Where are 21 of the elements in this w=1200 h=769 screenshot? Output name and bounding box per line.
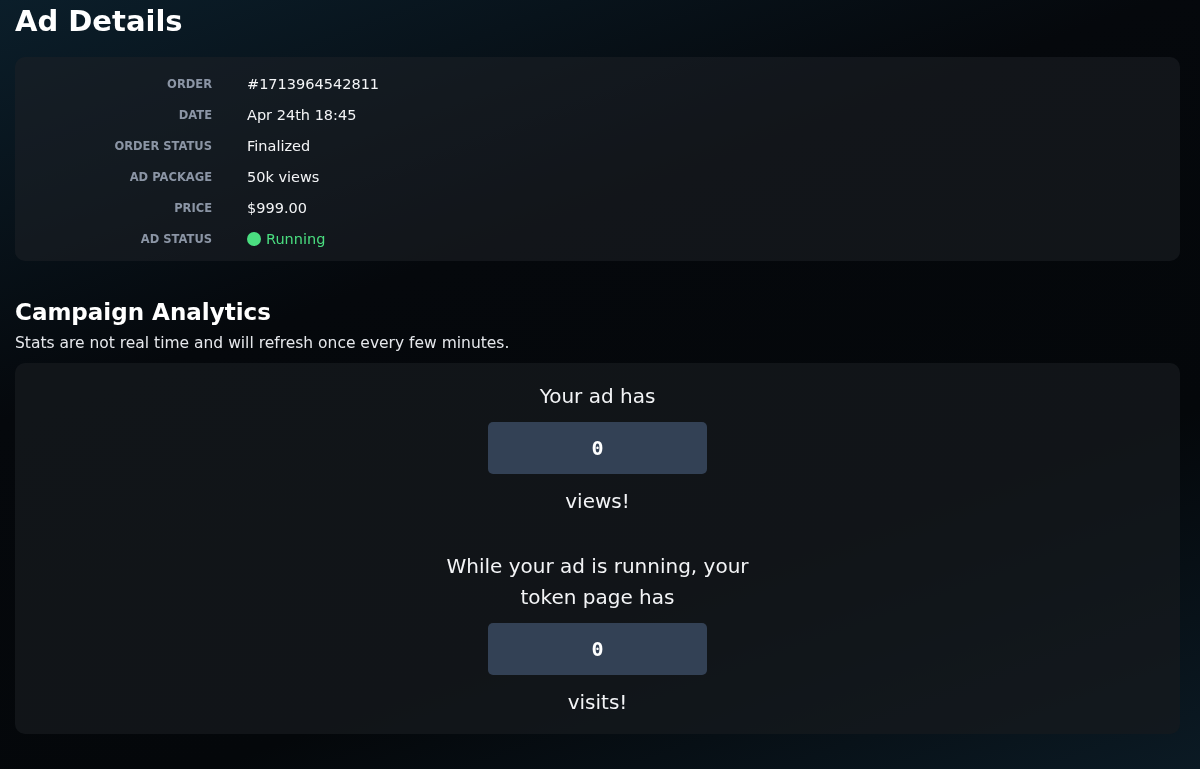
detail-label: ORDER bbox=[167, 76, 212, 93]
detail-value: 50k views bbox=[247, 168, 320, 187]
stat-caption: Your ad has bbox=[539, 383, 656, 410]
detail-label: ORDER STATUS bbox=[114, 138, 212, 155]
stat-counter: 0 bbox=[488, 623, 707, 675]
section-heading: Campaign Analytics bbox=[15, 298, 271, 327]
detail-value: Finalized bbox=[247, 137, 311, 156]
stat-unit: views! bbox=[565, 488, 630, 515]
detail-value: Apr 24th 18:45 bbox=[247, 106, 357, 125]
detail-label: DATE bbox=[178, 107, 212, 124]
page-title: Ad Details bbox=[15, 3, 183, 40]
detail-label: AD STATUS bbox=[140, 231, 212, 248]
stat-unit: visits! bbox=[567, 689, 628, 716]
detail-value: $999.00 bbox=[247, 199, 307, 218]
detail-label: AD PACKAGE bbox=[129, 169, 212, 186]
section-note: Stats are not real time and will refresh once every few minutes. bbox=[15, 333, 510, 353]
detail-value: #1713964542811 bbox=[247, 75, 380, 94]
stat-counter: 0 bbox=[488, 422, 707, 474]
status-text: Running bbox=[266, 230, 326, 249]
detail-label: PRICE bbox=[174, 200, 212, 217]
stat-caption: While your ad is running, your token page has bbox=[445, 553, 750, 611]
